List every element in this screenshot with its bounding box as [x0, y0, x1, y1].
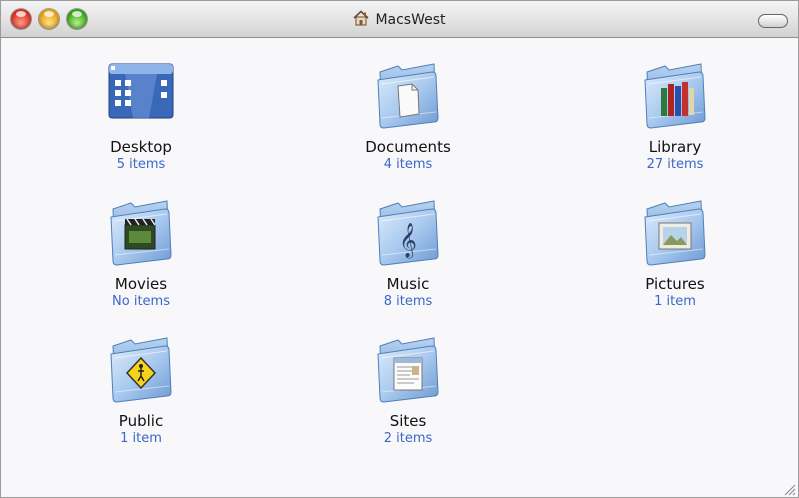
item-name: Library	[648, 138, 702, 156]
item-name: Desktop	[110, 138, 172, 156]
item-desktop[interactable]: Desktop 5 items	[51, 58, 231, 173]
resize-grip[interactable]	[782, 481, 796, 496]
item-name: Public	[118, 412, 164, 430]
documents-folder-icon	[372, 58, 444, 130]
item-count: No items	[112, 294, 170, 309]
item-count: 1 item	[120, 431, 162, 446]
title-bar[interactable]: MacsWest	[1, 1, 798, 38]
public-folder-icon	[105, 332, 177, 404]
item-name: Music	[386, 275, 430, 293]
item-count: 27 items	[646, 157, 704, 172]
music-folder-icon: 𝄞	[372, 195, 444, 267]
item-music[interactable]: 𝄞 Music 8 items	[318, 195, 498, 310]
item-documents[interactable]: Documents 4 items	[318, 58, 498, 173]
library-folder-icon	[639, 58, 711, 130]
item-pictures[interactable]: Pictures 1 item	[585, 195, 765, 310]
movies-folder-icon	[105, 195, 177, 267]
finder-window: MacsWest Desktop 5 items Documents 4 ite…	[0, 0, 799, 498]
item-name: Movies	[114, 275, 168, 293]
item-name: Documents	[365, 138, 451, 156]
item-count: 8 items	[383, 294, 433, 309]
window-title-text: MacsWest	[375, 12, 446, 28]
item-count: 1 item	[654, 294, 696, 309]
item-public[interactable]: Public 1 item	[51, 332, 231, 447]
item-count: 4 items	[383, 157, 433, 172]
item-count: 5 items	[116, 157, 166, 172]
item-sites[interactable]: Sites 2 items	[318, 332, 498, 447]
pictures-folder-icon	[639, 195, 711, 267]
item-name: Pictures	[645, 275, 705, 293]
svg-text:𝄞: 𝄞	[399, 223, 417, 259]
item-count: 2 items	[383, 431, 433, 446]
item-movies[interactable]: Movies No items	[51, 195, 231, 310]
icon-view: Desktop 5 items Documents 4 items Librar…	[1, 38, 798, 497]
item-library[interactable]: Library 27 items	[585, 58, 765, 173]
sites-folder-icon	[372, 332, 444, 404]
window-title: MacsWest	[1, 10, 798, 30]
home-icon	[353, 10, 369, 30]
toolbar-toggle-button[interactable]	[758, 14, 788, 28]
desktop-icon	[105, 58, 177, 130]
item-name: Sites	[389, 412, 427, 430]
